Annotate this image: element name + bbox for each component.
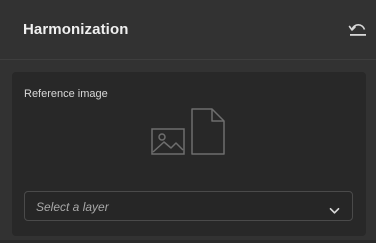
- reference-image-dropzone[interactable]: [150, 107, 230, 159]
- reset-icon[interactable]: [347, 21, 369, 39]
- reference-image-card: Reference image Select a layer: [12, 72, 366, 236]
- harmonization-panel: Harmonization Reference image Select a l…: [0, 0, 376, 243]
- placeholder-icons-svg: [151, 108, 225, 155]
- image-icon: [151, 128, 185, 155]
- header-divider: [0, 59, 376, 60]
- document-icon: [191, 108, 225, 155]
- panel-title: Harmonization: [23, 21, 129, 38]
- layer-select[interactable]: Select a layer: [24, 191, 353, 221]
- layer-select-value: Select a layer: [36, 200, 109, 214]
- panel-header: Harmonization: [0, 0, 376, 60]
- reset-icon-svg: [348, 23, 366, 36]
- chevron-down-icon: [329, 202, 340, 214]
- reference-image-label: Reference image: [24, 88, 108, 100]
